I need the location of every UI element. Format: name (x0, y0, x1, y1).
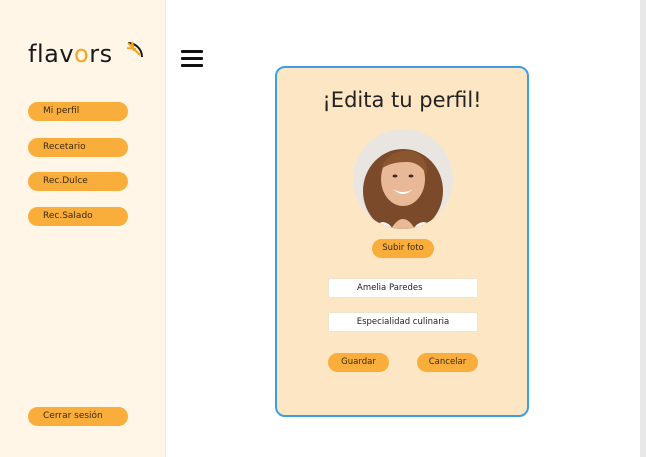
cancel-button[interactable]: Cancelar (417, 353, 478, 372)
avatar (353, 129, 453, 229)
sidebar-item-recetario[interactable]: Recetario (28, 138, 128, 157)
edit-profile-card: ¡Edita tu perfil! Subir foto Amelia Pare… (275, 66, 529, 417)
orange-slice-icon (126, 41, 143, 58)
sidebar-item-rec-dulce[interactable]: Rec.Dulce (28, 172, 128, 191)
sidebar: flavors Mi perfil Recetario Rec.Dulce Re… (0, 0, 166, 457)
save-button[interactable]: Guardar (328, 353, 389, 372)
specialty-field[interactable]: Especialidad culinaria (328, 312, 478, 332)
logo-text-end: rs (89, 40, 113, 68)
sidebar-item-mi-perfil[interactable]: Mi perfil (28, 102, 128, 121)
name-field[interactable]: Amelia Paredes (328, 278, 478, 298)
upload-photo-button[interactable]: Subir foto (372, 239, 434, 258)
logo-text-start: flav (28, 40, 75, 68)
window-edge (640, 0, 646, 457)
sidebar-item-rec-salado[interactable]: Rec.Salado (28, 207, 128, 226)
app-logo[interactable]: flavors (28, 40, 148, 72)
page-title: ¡Edita tu perfil! (322, 88, 482, 112)
logo-text-o: o (74, 40, 90, 68)
hamburger-icon[interactable] (181, 50, 203, 68)
logout-button[interactable]: Cerrar sesión (28, 407, 128, 426)
